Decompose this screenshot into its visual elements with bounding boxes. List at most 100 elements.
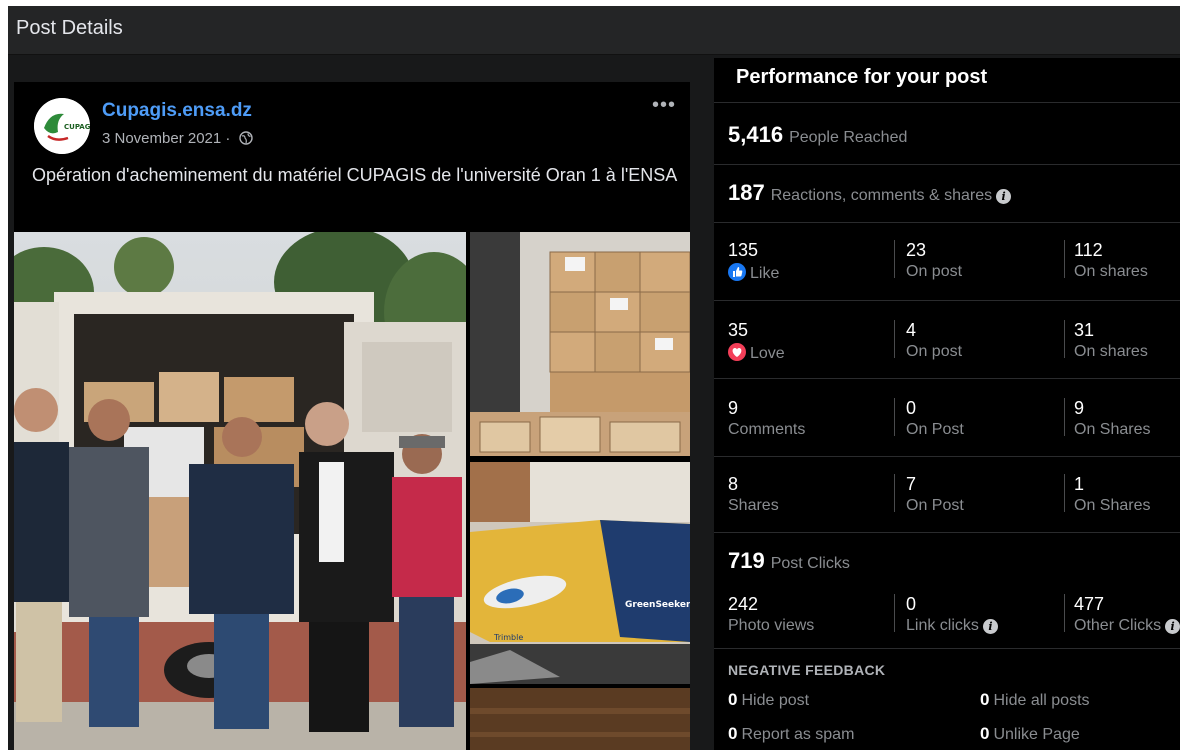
box-brand2-text: Trimble xyxy=(493,633,523,642)
love-label: Love xyxy=(750,345,785,362)
negative-feedback-title: NEGATIVE FEEDBACK xyxy=(728,662,886,678)
love-count: 35 xyxy=(728,320,749,340)
shares-on-post-label: On Post xyxy=(906,497,964,514)
love-cell: 35 Love xyxy=(728,320,785,363)
people-reached-value: 5,416 xyxy=(728,122,784,147)
post-photo-main[interactable] xyxy=(14,232,466,750)
more-options-icon[interactable]: ••• xyxy=(652,94,676,117)
post-clicks-label: Post Clicks xyxy=(770,555,850,572)
engagement-value: 187 xyxy=(728,180,765,205)
other-clicks-count: 477 xyxy=(1074,594,1105,614)
hide-all-posts-stat: 0 Hide all posts xyxy=(980,690,1090,710)
love-on-shares-label: On shares xyxy=(1074,343,1148,360)
divider xyxy=(714,648,1180,649)
comments-on-shares-cell: 9 On Shares xyxy=(1074,398,1150,439)
comments-on-post-count: 0 xyxy=(906,398,917,418)
hide-post-label: Hide post xyxy=(741,692,810,709)
avatar[interactable]: CUPAGIS xyxy=(34,98,90,154)
box-brand-text: GreenSeeker xyxy=(625,600,690,610)
divider xyxy=(714,456,1180,457)
comments-on-post-cell: 0 On Post xyxy=(906,398,964,439)
likes-label: Like xyxy=(750,265,780,282)
like-icon xyxy=(728,263,746,281)
hide-all-posts-count: 0 xyxy=(980,690,990,709)
love-on-post-count: 4 xyxy=(906,320,917,340)
post-date[interactable]: 3 November 2021 · xyxy=(102,130,253,147)
photo-views-cell: 242 Photo views xyxy=(728,594,814,635)
page-name-link[interactable]: Cupagis.ensa.dz xyxy=(102,100,252,122)
shares-label: Shares xyxy=(728,497,779,514)
post-clicks-metric: 719 Post Clicks xyxy=(728,548,850,574)
performance-header: Performance for your post xyxy=(714,58,1180,103)
hide-post-count: 0 xyxy=(728,690,738,709)
engagement-metric: 187 Reactions, comments & shares i xyxy=(728,180,1012,206)
likes-on-shares-label: On shares xyxy=(1074,263,1148,280)
greenseeker-box-image: GreenSeeker Trimble xyxy=(470,462,690,684)
info-icon[interactable]: i xyxy=(996,189,1012,204)
love-on-shares-cell: 31 On shares xyxy=(1074,320,1148,361)
likes-on-shares-cell: 112 On shares xyxy=(1074,240,1148,281)
divider xyxy=(894,594,895,632)
divider xyxy=(714,378,1180,379)
love-on-post-cell: 4 On post xyxy=(906,320,962,361)
unlike-page-label: Unlike Page xyxy=(993,726,1080,743)
link-clicks-label: Link clicks xyxy=(906,617,979,634)
people-reached-metric: 5,416 People Reached xyxy=(728,122,907,148)
divider xyxy=(1064,320,1065,358)
post-details-window: Post Details CUPAGIS Cupagis.ensa.dz 3 N… xyxy=(8,6,1180,750)
top-bar: Post Details xyxy=(8,6,1180,55)
shares-on-post-cell: 7 On Post xyxy=(906,474,964,515)
avatar-logo-text: CUPAGIS xyxy=(64,123,90,131)
shares-cell: 8 Shares xyxy=(728,474,779,515)
post-photo-greenseeker[interactable]: GreenSeeker Trimble xyxy=(470,462,690,684)
love-on-shares-count: 31 xyxy=(1074,320,1095,340)
post-clicks-value: 719 xyxy=(728,548,765,573)
other-clicks-label: Other Clicks xyxy=(1074,617,1162,634)
link-clicks-count: 0 xyxy=(906,594,917,614)
post-card: CUPAGIS Cupagis.ensa.dz 3 November 2021 … xyxy=(14,82,690,750)
shares-on-shares-count: 1 xyxy=(1074,474,1085,494)
divider xyxy=(894,240,895,278)
hide-all-posts-label: Hide all posts xyxy=(993,692,1090,709)
info-icon[interactable]: i xyxy=(982,619,998,634)
unlike-page-count: 0 xyxy=(980,724,990,743)
shares-count: 8 xyxy=(728,474,739,494)
comments-cell: 9 Comments xyxy=(728,398,805,439)
divider xyxy=(714,164,1180,165)
love-on-post-label: On post xyxy=(906,343,963,360)
report-spam-count: 0 xyxy=(728,724,738,743)
divider xyxy=(894,398,895,436)
post-date-text: 3 November 2021 · xyxy=(102,130,231,147)
post-photo-boxes[interactable] xyxy=(470,232,690,456)
divider xyxy=(1064,594,1065,632)
shares-on-shares-cell: 1 On Shares xyxy=(1074,474,1150,515)
likes-on-post-count: 23 xyxy=(906,240,927,260)
post-text: Opération d'acheminement du matériel CUP… xyxy=(32,165,678,185)
comments-count: 9 xyxy=(728,398,739,418)
likes-on-post-cell: 23 On post xyxy=(906,240,962,281)
divider xyxy=(714,532,1180,533)
likes-on-shares-count: 112 xyxy=(1074,240,1103,260)
divider xyxy=(1064,398,1065,436)
divider xyxy=(894,474,895,512)
link-clicks-cell: 0 Link clicks i xyxy=(906,594,998,635)
divider xyxy=(714,222,1180,223)
report-spam-label: Report as spam xyxy=(741,726,855,743)
page-title: Post Details xyxy=(16,17,123,39)
post-photo-wood[interactable] xyxy=(470,688,690,750)
report-spam-stat: 0 Report as spam xyxy=(728,724,854,744)
performance-panel: Performance for your post 5,416 People Re… xyxy=(714,58,1180,750)
comments-on-post-label: On Post xyxy=(906,421,964,438)
people-reached-label: People Reached xyxy=(789,129,908,146)
comments-on-shares-count: 9 xyxy=(1074,398,1085,418)
other-clicks-cell: 477 Other Clicks i xyxy=(1074,594,1180,635)
unlike-page-stat: 0 Unlike Page xyxy=(980,724,1080,744)
info-icon[interactable]: i xyxy=(1165,619,1180,634)
shares-on-shares-label: On Shares xyxy=(1074,497,1151,514)
divider xyxy=(894,320,895,358)
hide-post-stat: 0 Hide post xyxy=(728,690,809,710)
photo-views-count: 242 xyxy=(728,594,759,614)
group-photo-image xyxy=(14,232,466,750)
engagement-label: Reactions, comments & shares xyxy=(770,187,993,204)
love-icon xyxy=(728,343,746,361)
